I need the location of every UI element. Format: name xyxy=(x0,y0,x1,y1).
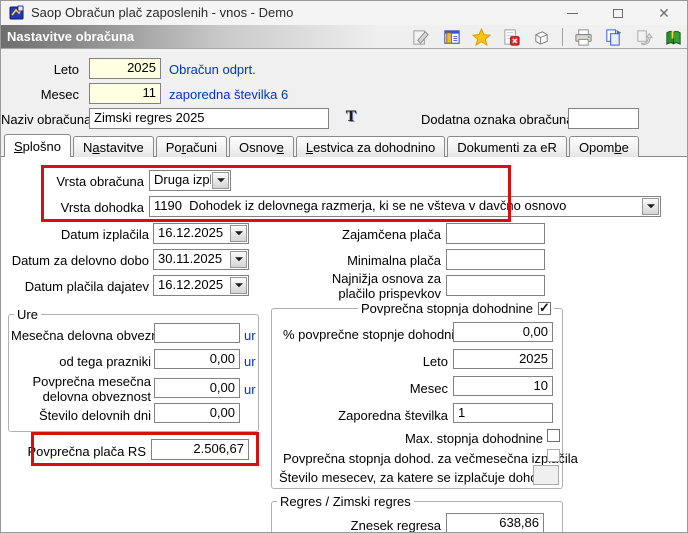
app-icon xyxy=(9,5,24,20)
chevron-down-icon[interactable] xyxy=(212,172,229,189)
povprecna-placa-field[interactable]: 2.506,67 xyxy=(151,439,249,460)
mesecna-obveznost-label: Mesečna delovna obveznost xyxy=(11,328,176,343)
max-stopnja-label: Max. stopnja dohodnine xyxy=(404,431,543,446)
dohodnina-leto-label: Leto xyxy=(422,354,448,369)
zajamcena-field[interactable] xyxy=(446,223,545,244)
vecmesecna-checkbox[interactable] xyxy=(547,449,560,462)
window-title: Saop Obračun plač zaposlenih - vnos - De… xyxy=(31,5,294,20)
chevron-down-icon[interactable] xyxy=(230,251,247,268)
minimize-button[interactable] xyxy=(549,1,595,25)
znesek-regresa-field[interactable]: 638,86 xyxy=(446,513,544,532)
tab-dokumenti[interactable]: Dokumenti za eR xyxy=(447,136,567,157)
page-title: Nastavitve obračuna xyxy=(7,29,135,44)
povprecna-obveznost-label: Povprečna mesečna delovna obveznost xyxy=(32,374,151,404)
ure-group-title: Ure xyxy=(14,307,41,322)
mesec-field[interactable]: 11 xyxy=(89,83,161,104)
vrsta-dohodka-select[interactable]: 1190 Dohodek iz delovnega razmerja, ki s… xyxy=(149,196,661,217)
datum-delovno-label: Datum za delovno dobo xyxy=(11,253,149,268)
dohodnina-leto-field[interactable]: 2025 xyxy=(453,349,553,369)
zaporedna-stevilka-label: Zaporedna številka xyxy=(338,408,448,423)
st-mesecev-label: Število mesecev, za katere se izplačuje … xyxy=(279,470,559,485)
zajamcena-label: Zajamčena plača xyxy=(342,227,441,242)
obracun-status: Obračun odprt. xyxy=(169,62,256,77)
najnizja-label: Najnižja osnova za plačilo prispevkov xyxy=(331,271,441,301)
regres-group-title: Regres / Zimski regres xyxy=(277,494,414,509)
minimalna-label: Minimalna plača xyxy=(347,253,441,268)
delete-document-icon[interactable] xyxy=(502,28,521,47)
maximize-button[interactable] xyxy=(595,1,641,25)
dodatna-oznaka-label: Dodatna oznaka obračuna xyxy=(421,112,574,127)
prazniki-label: od tega prazniki xyxy=(59,354,151,369)
toolbar xyxy=(412,26,683,48)
vrsta-obracuna-label: Vrsta obračuna xyxy=(56,174,144,189)
vecmesecna-label: Povprečna stopnja dohod. za večmesečna i… xyxy=(283,451,578,466)
tab-osnove[interactable]: Osnove xyxy=(229,136,294,157)
records-icon[interactable] xyxy=(442,28,461,47)
leto-label: Leto xyxy=(53,62,79,77)
dohodnina-mesec-label: Mesec xyxy=(409,381,448,396)
mesecna-obveznost-field[interactable] xyxy=(154,323,240,343)
znesek-regresa-label: Znesek regresa xyxy=(350,518,441,533)
star-icon[interactable] xyxy=(472,27,491,47)
minimalna-field[interactable] xyxy=(446,249,545,270)
vrsta-obracuna-select[interactable]: Druga izplačila xyxy=(149,170,231,191)
app-window: Saop Obračun plač zaposlenih - vnos - De… xyxy=(0,0,688,533)
book-icon[interactable] xyxy=(664,28,683,47)
close-icon: ✕ xyxy=(658,5,670,21)
cube-icon[interactable] xyxy=(532,28,551,47)
minimize-icon xyxy=(566,12,578,14)
prazniki-field[interactable]: 0,00 xyxy=(154,349,240,369)
vrsta-dohodka-label: Vrsta dohodka xyxy=(60,200,144,215)
povprecna-placa-label: Povprečna plača RS xyxy=(27,444,146,459)
datum-dajatev-field[interactable]: 16.12.2025 xyxy=(153,275,249,296)
font-icon[interactable] xyxy=(342,108,360,126)
zaporedna-stevilka-field[interactable]: 1 xyxy=(453,403,553,423)
delovni-dnevi-label: Število delovnih dni xyxy=(38,408,151,423)
chevron-down-icon[interactable] xyxy=(230,277,247,294)
dohodnina-checkbox[interactable] xyxy=(538,300,551,316)
tab-bar: Splošno Nastavitve Poračuni Osnove Lestv… xyxy=(4,134,639,157)
povprecna-obveznost-field[interactable]: 0,00 xyxy=(154,378,240,398)
tab-opombe[interactable]: Opombe xyxy=(568,136,639,157)
tab-lestvica[interactable]: Lestvica za dohodnino xyxy=(295,136,446,157)
pct-dohodnine-field[interactable]: 0,00 xyxy=(453,322,553,342)
toolbar-separator xyxy=(562,28,563,46)
ur-unit-label: ur xyxy=(244,382,256,397)
mesec-label: Mesec xyxy=(40,87,79,102)
tab-splosno[interactable]: Splošno xyxy=(4,134,71,157)
dohodnina-group-title: Povprečna stopnja dohodnine xyxy=(357,300,554,316)
ur-unit-label: ur xyxy=(244,354,256,369)
chevron-down-icon[interactable] xyxy=(230,225,247,242)
edit-icon[interactable] xyxy=(412,28,431,47)
title-bar: Saop Obračun plač zaposlenih - vnos - De… xyxy=(1,1,687,25)
maximize-icon xyxy=(613,8,623,18)
st-mesecev-field xyxy=(533,465,559,485)
datum-dajatev-label: Datum plačila dajatev xyxy=(24,279,149,294)
delovni-dnevi-field[interactable]: 0,00 xyxy=(154,403,240,423)
header-bar: Nastavitve obračuna xyxy=(1,25,687,49)
datum-delovno-field[interactable]: 30.11.2025 xyxy=(153,249,249,270)
datum-izplacila-field[interactable]: 16.12.2025 xyxy=(153,223,249,244)
naziv-label: Naziv obračuna xyxy=(1,112,92,127)
tab-poracuni[interactable]: Poračuni xyxy=(155,136,228,157)
datum-izplacila-label: Datum izplačila xyxy=(60,227,149,242)
najnizja-field[interactable] xyxy=(446,275,545,296)
leto-field[interactable]: 2025 xyxy=(89,58,161,79)
pct-dohodnine-label: % povprečne stopnje dohodnine xyxy=(283,327,469,342)
max-stopnja-checkbox[interactable] xyxy=(547,429,560,442)
copy-icon[interactable] xyxy=(604,28,623,47)
dohodnina-mesec-field[interactable]: 10 xyxy=(453,376,553,396)
naziv-field[interactable]: Zimski regres 2025 xyxy=(89,108,329,129)
zaporedna-status: zaporedna številka 6 xyxy=(169,87,289,102)
tab-nastavitve[interactable]: Nastavitve xyxy=(72,136,154,157)
print-icon[interactable] xyxy=(574,28,593,47)
send-icon[interactable] xyxy=(634,28,653,47)
dodatna-oznaka-field[interactable] xyxy=(568,108,639,129)
close-button[interactable]: ✕ xyxy=(641,1,687,25)
chevron-down-icon[interactable] xyxy=(642,198,659,215)
ur-unit-label: ur xyxy=(244,328,256,343)
